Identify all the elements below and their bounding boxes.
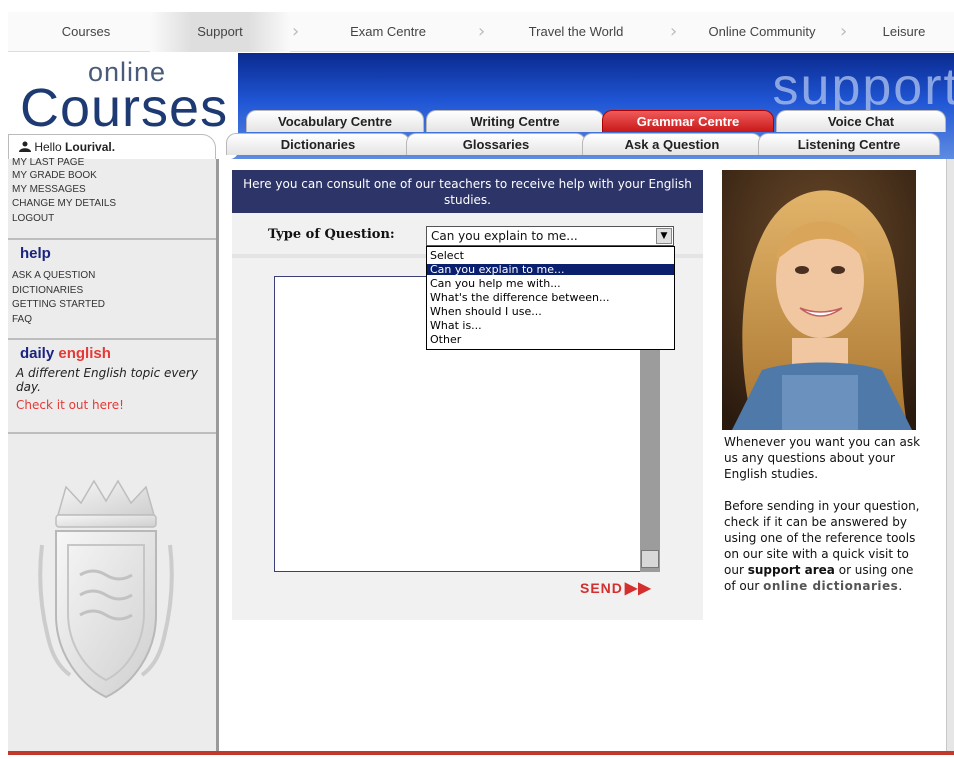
user-icon xyxy=(19,140,34,154)
question-type-dropdown[interactable]: Select Can you explain to me... Can you … xyxy=(426,246,675,350)
question-type-value: Can you explain to me... xyxy=(431,229,578,243)
dropdown-option[interactable]: What's the difference between... xyxy=(427,292,674,303)
sidebar-link-my-last-page[interactable]: MY LAST PAGE xyxy=(12,156,84,165)
sidebar-link-my-grade-book[interactable]: MY GRADE BOOK xyxy=(12,169,97,183)
logo-courses-text: Courses xyxy=(20,78,229,138)
nav-exam-centre[interactable]: Exam Centre xyxy=(338,12,438,52)
send-label: SEND xyxy=(580,580,623,596)
intro-text: Here you can consult one of our teachers… xyxy=(232,170,703,213)
chevron-down-icon[interactable]: ▼ xyxy=(656,228,672,244)
dropdown-option[interactable]: Other xyxy=(427,334,674,345)
dropdown-option[interactable]: When should I use... xyxy=(427,306,674,317)
crest-emblem-icon xyxy=(38,479,174,699)
tab-glossaries[interactable]: Glossaries xyxy=(406,133,586,155)
sidebar-link-dictionaries[interactable]: DICTIONARIES xyxy=(12,284,83,298)
nav-separator: › xyxy=(840,21,848,42)
tab-listening-centre[interactable]: Listening Centre xyxy=(758,133,940,155)
support-area-link[interactable]: support area xyxy=(748,563,835,577)
tab-writing-centre[interactable]: Writing Centre xyxy=(426,110,604,132)
hello-label: Hello xyxy=(34,140,62,154)
double-arrow-right-icon: ▶▶ xyxy=(624,580,652,597)
dropdown-option[interactable]: Can you help me with... xyxy=(427,278,674,289)
tab-dictionaries[interactable]: Dictionaries xyxy=(226,133,410,155)
help-heading: help xyxy=(20,245,51,262)
sidebar-link-change-my-details[interactable]: CHANGE MY DETAILS xyxy=(12,197,116,211)
dropdown-option[interactable]: What is... xyxy=(427,320,674,331)
footer-accent-line xyxy=(8,751,954,755)
sidebar-link-faq[interactable]: FAQ xyxy=(12,313,32,327)
reference-text-part3: . xyxy=(898,579,903,593)
reference-tools-text: Before sending in your question, check i… xyxy=(724,498,924,594)
english-word: english xyxy=(58,345,111,362)
daily-word: daily xyxy=(20,345,55,362)
send-button[interactable]: SEND ▶▶ xyxy=(580,578,652,598)
top-navigation: Courses Support › Exam Centre › Travel t… xyxy=(8,12,954,52)
question-type-select[interactable]: Can you explain to me... ▼ xyxy=(426,226,674,246)
nav-separator: › xyxy=(292,21,300,42)
nav-support[interactable]: Support xyxy=(150,12,290,52)
sidebar-link-ask-a-question[interactable]: ASK A QUESTION xyxy=(12,269,95,283)
nav-leisure[interactable]: Leisure xyxy=(874,12,934,52)
dropdown-option[interactable]: Select xyxy=(427,250,674,261)
scroll-down-button[interactable] xyxy=(641,550,659,568)
tab-voice-chat[interactable]: Voice Chat xyxy=(776,110,946,132)
user-name: Lourival. xyxy=(65,140,116,154)
tab-vocabulary-centre[interactable]: Vocabulary Centre xyxy=(246,110,424,132)
page-scrollbar[interactable] xyxy=(946,159,954,751)
nav-separator: › xyxy=(478,21,486,42)
sidebar-link-getting-started[interactable]: GETTING STARTED xyxy=(12,298,105,312)
online-dictionaries-link[interactable]: online dictionaries xyxy=(763,579,898,593)
nav-separator: › xyxy=(670,21,678,42)
teacher-photo xyxy=(722,170,916,430)
sidebar-link-logout[interactable]: LOGOUT xyxy=(12,212,54,226)
nav-online-community[interactable]: Online Community xyxy=(692,12,832,52)
sidebar-link-my-messages[interactable]: MY MESSAGES xyxy=(12,183,86,197)
daily-english-heading: daily english xyxy=(20,345,111,362)
section-title: support xyxy=(772,58,954,116)
tab-ask-a-question[interactable]: Ask a Question xyxy=(582,133,762,155)
sidebar-separator xyxy=(8,338,216,340)
nav-travel-the-world[interactable]: Travel the World xyxy=(514,12,638,52)
dropdown-option-selected[interactable]: Can you explain to me... xyxy=(427,264,674,275)
sidebar-divider xyxy=(216,159,219,751)
tab-grammar-centre[interactable]: Grammar Centre xyxy=(602,110,774,132)
nav-courses[interactable]: Courses xyxy=(46,12,126,52)
daily-english-description: A different English topic every day. xyxy=(16,366,198,394)
sidebar-separator xyxy=(8,432,216,434)
question-type-label: Type of Question: xyxy=(268,227,395,242)
help-info-text: Whenever you want you can ask us any que… xyxy=(724,435,921,481)
daily-english-link[interactable]: Check it out here! xyxy=(16,398,124,412)
sidebar-separator xyxy=(8,238,216,240)
